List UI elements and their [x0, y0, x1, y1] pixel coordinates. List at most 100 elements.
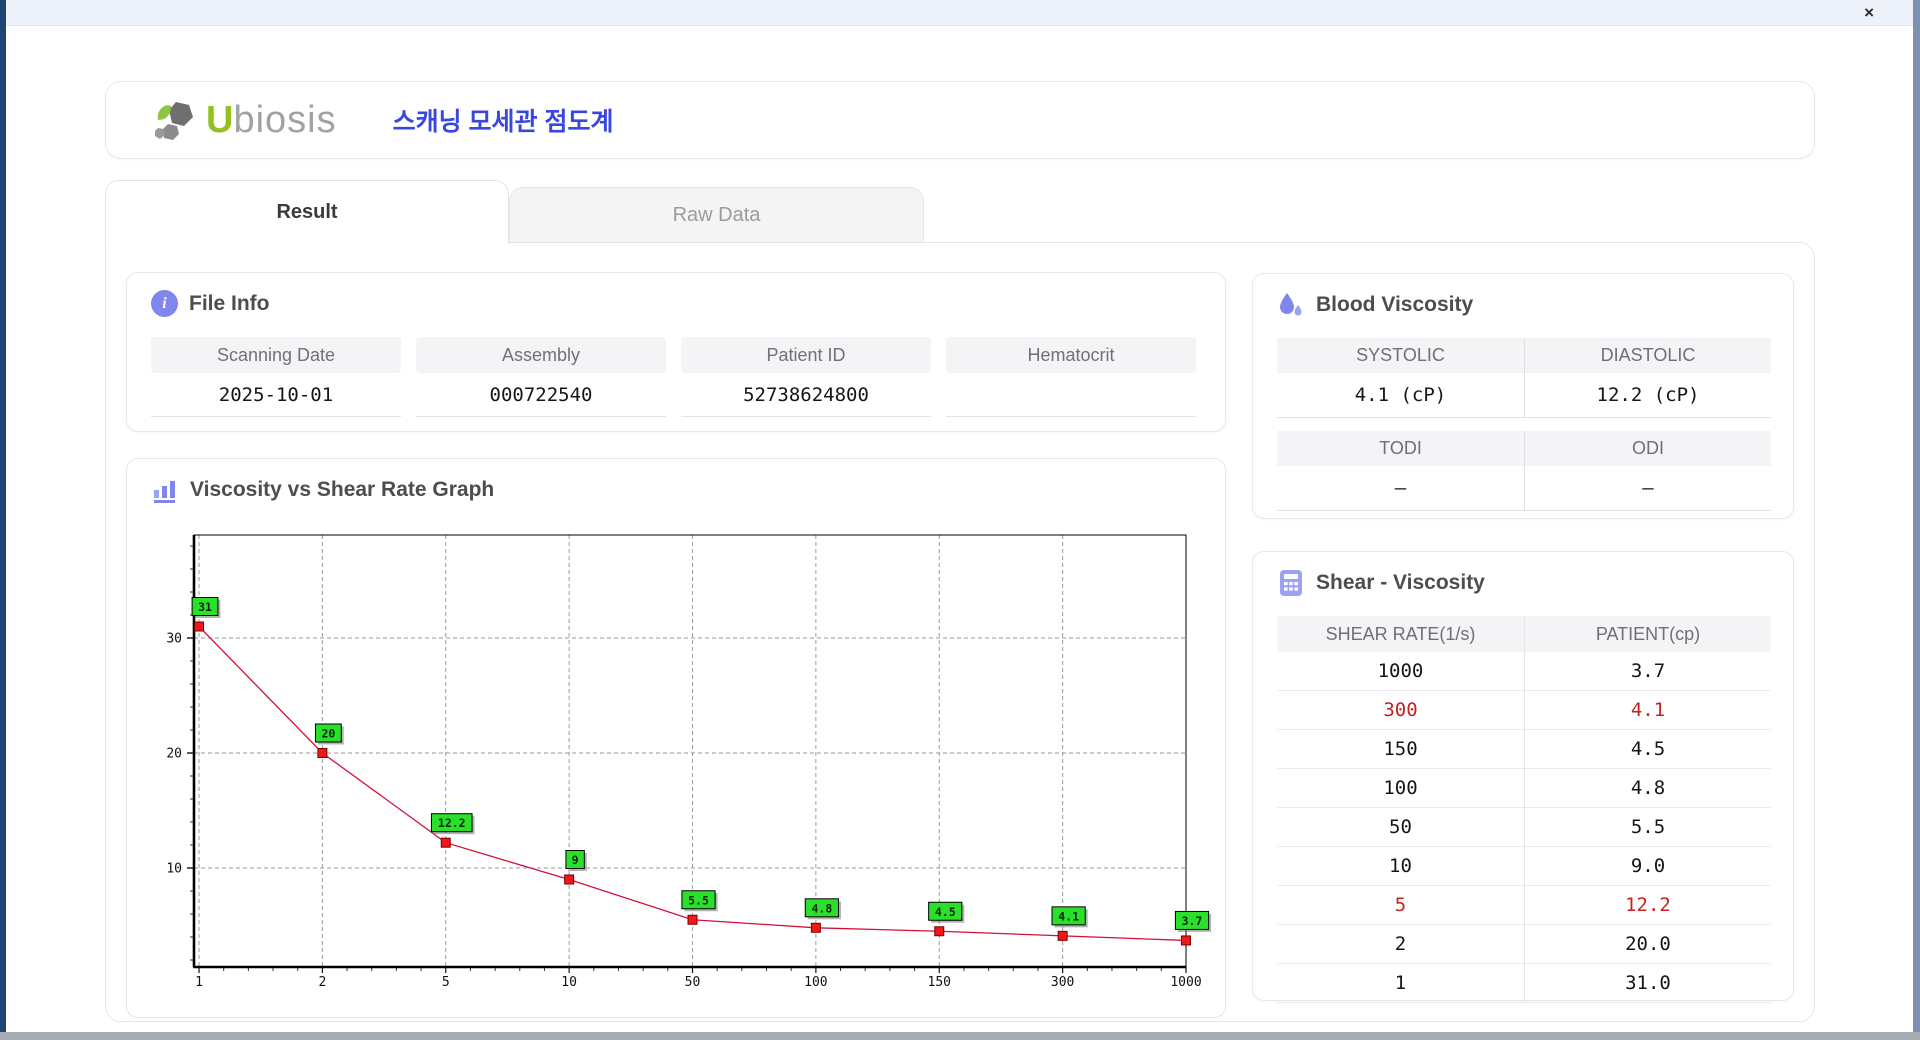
- blood-viscosity-header-row: TODI ODI: [1277, 431, 1771, 466]
- shear-rate-cell: 10: [1277, 847, 1524, 886]
- tab-raw-data[interactable]: Raw Data: [509, 187, 924, 242]
- result-panel: i File Info Scanning Date 2025-10-01 Assem…: [105, 242, 1815, 1022]
- x-axis-tick-label: 2: [318, 975, 326, 990]
- data-point-marker: [564, 874, 575, 885]
- patient-viscosity-cell: 31.0: [1524, 964, 1771, 1003]
- shear-table-row: 10 9.0: [1277, 847, 1771, 886]
- data-point-marker: [194, 621, 204, 632]
- blood-viscosity-title: Blood Viscosity: [1316, 293, 1474, 316]
- file-info-field: Scanning Date 2025-10-01: [151, 337, 401, 417]
- patient-viscosity-cell: 9.0: [1524, 847, 1771, 886]
- shear-table-row: 300 4.1: [1277, 691, 1771, 730]
- patient-viscosity-cell: 4.5: [1524, 730, 1771, 769]
- graph-title: Viscosity vs Shear Rate Graph: [190, 478, 495, 501]
- x-axis-tick-label: 100: [804, 975, 827, 990]
- file-info-field-value: 52738624800: [681, 373, 931, 417]
- window-titlebar: ×: [0, 0, 1920, 26]
- patient-viscosity-cell: 5.5: [1524, 808, 1771, 847]
- file-info-field: Hematocrit: [946, 337, 1196, 417]
- close-icon[interactable]: ×: [1864, 2, 1874, 24]
- file-info-header: i File Info: [127, 273, 1225, 317]
- file-info-field-label: Hematocrit: [946, 337, 1196, 373]
- blood-viscosity-header-cell: SYSTOLIC: [1277, 338, 1524, 373]
- x-axis-tick-label: 1: [195, 975, 203, 990]
- shear-viscosity-header: Shear - Viscosity: [1253, 552, 1793, 597]
- shear-table-row: 1 31.0: [1277, 964, 1771, 1003]
- app-header: U biosis 스캐닝 모세관 점도계: [105, 81, 1815, 159]
- x-axis-tick-label: 150: [928, 975, 951, 990]
- file-info-card: i File Info Scanning Date 2025-10-01 Assem…: [126, 272, 1226, 432]
- logo-text-u: U: [206, 98, 234, 141]
- patient-viscosity-cell: 4.1: [1524, 691, 1771, 730]
- blood-viscosity-value-row: 4.1 (cP) 12.2 (cP): [1277, 373, 1771, 418]
- shear-rate-cell: 5: [1277, 886, 1524, 925]
- data-point-marker: [687, 914, 698, 925]
- blood-viscosity-header-cell: TODI: [1277, 431, 1524, 466]
- shear-table-row: 5 12.2: [1277, 886, 1771, 925]
- point-label-text: 4.8: [811, 901, 832, 915]
- y-axis-tick-label: 20: [166, 747, 182, 762]
- blood-viscosity-value-row: – –: [1277, 466, 1771, 511]
- shear-table-row: 2 20.0: [1277, 925, 1771, 964]
- window-right-edge: [1913, 0, 1920, 1034]
- shear-rate-cell: 2: [1277, 925, 1524, 964]
- viscosity-shear-chart: 31 20 12.2 9 5.5 4.8 4.5 4.1 3.7 10 20 30 1 2 5 10 50 100…: [166, 534, 1212, 990]
- viscosity-graph-card: Viscosity vs Shear Rate Graph 31 20 12.2 9 5…: [126, 458, 1226, 1018]
- ubiosis-logo-icon: [155, 102, 193, 140]
- shear-table-header-cell: PATIENT(cp): [1524, 616, 1771, 652]
- data-point-marker: [1181, 935, 1191, 946]
- x-axis-tick-label: 5: [442, 975, 450, 990]
- tab-result-label: Result: [276, 201, 338, 223]
- patient-viscosity-cell: 12.2: [1524, 886, 1771, 925]
- file-info-field-value: [946, 373, 1196, 417]
- file-info-field-label: Assembly: [416, 337, 666, 373]
- blood-viscosity-table: TODI ODI – –: [1277, 431, 1771, 511]
- blood-viscosity-value-cell: –: [1277, 466, 1524, 511]
- info-icon: i: [151, 290, 178, 317]
- x-axis-tick-label: 10: [561, 975, 577, 990]
- x-axis-tick-label: 300: [1051, 975, 1074, 990]
- app-window: × U biosis 스캐닝 모세관 점도계 Result Raw Data i…: [0, 0, 1920, 1040]
- data-point-marker: [440, 837, 451, 848]
- shear-rate-cell: 150: [1277, 730, 1524, 769]
- point-label-text: 3.7: [1182, 914, 1203, 928]
- file-info-field: Patient ID 52738624800: [681, 337, 931, 417]
- point-label-text: 9: [572, 853, 579, 867]
- data-point-marker: [810, 922, 821, 933]
- blood-viscosity-tables: SYSTOLIC DIASTOLIC 4.1 (cP) 12.2 (cP) TODI OD…: [1277, 338, 1771, 524]
- shear-viscosity-table: SHEAR RATE(1/s) PATIENT(cp) 1000 3.7 300 4.1 1…: [1277, 616, 1771, 1003]
- blood-viscosity-header-cell: DIASTOLIC: [1524, 338, 1771, 373]
- blood-viscosity-header-row: SYSTOLIC DIASTOLIC: [1277, 338, 1771, 373]
- point-label-text: 12.2: [438, 816, 466, 830]
- file-info-field: Assembly 000722540: [416, 337, 666, 417]
- tab-result[interactable]: Result: [105, 180, 509, 244]
- shear-rate-cell: 1: [1277, 964, 1524, 1003]
- y-axis-tick-label: 10: [166, 862, 182, 877]
- droplets-icon: [1280, 293, 1302, 316]
- file-info-field-value: 2025-10-01: [151, 373, 401, 417]
- tab-raw-data-label: Raw Data: [672, 203, 761, 226]
- shear-table-row: 50 5.5: [1277, 808, 1771, 847]
- shear-table-row: 150 4.5: [1277, 730, 1771, 769]
- blood-viscosity-header-cell: ODI: [1524, 431, 1771, 466]
- point-label-text: 5.5: [688, 893, 709, 907]
- shear-viscosity-title: Shear - Viscosity: [1316, 571, 1485, 594]
- logo-text-biosis: biosis: [233, 98, 337, 141]
- point-label-text: 31: [198, 600, 212, 614]
- blood-viscosity-card: Blood Viscosity SYSTOLIC DIASTOLIC 4.1 (cP…: [1252, 273, 1794, 519]
- app-title-korean: 스캐닝 모세관 점도계: [392, 108, 614, 136]
- blood-viscosity-value-cell: 4.1 (cP): [1277, 373, 1524, 418]
- point-label-text: 20: [321, 727, 335, 741]
- point-label-text: 4.5: [935, 905, 956, 919]
- shear-rate-cell: 1000: [1277, 652, 1524, 691]
- shear-rate-cell: 300: [1277, 691, 1524, 730]
- patient-viscosity-cell: 4.8: [1524, 769, 1771, 808]
- data-point-marker: [934, 926, 945, 937]
- bar-chart-icon: [154, 481, 175, 503]
- shear-table-row: 1000 3.7: [1277, 652, 1771, 691]
- window-bottom-edge: [0, 1032, 1920, 1040]
- file-info-title: File Info: [189, 291, 270, 315]
- y-axis-tick-label: 30: [166, 632, 182, 647]
- calculator-icon: [1280, 570, 1302, 596]
- x-axis-tick-label: 50: [685, 975, 701, 990]
